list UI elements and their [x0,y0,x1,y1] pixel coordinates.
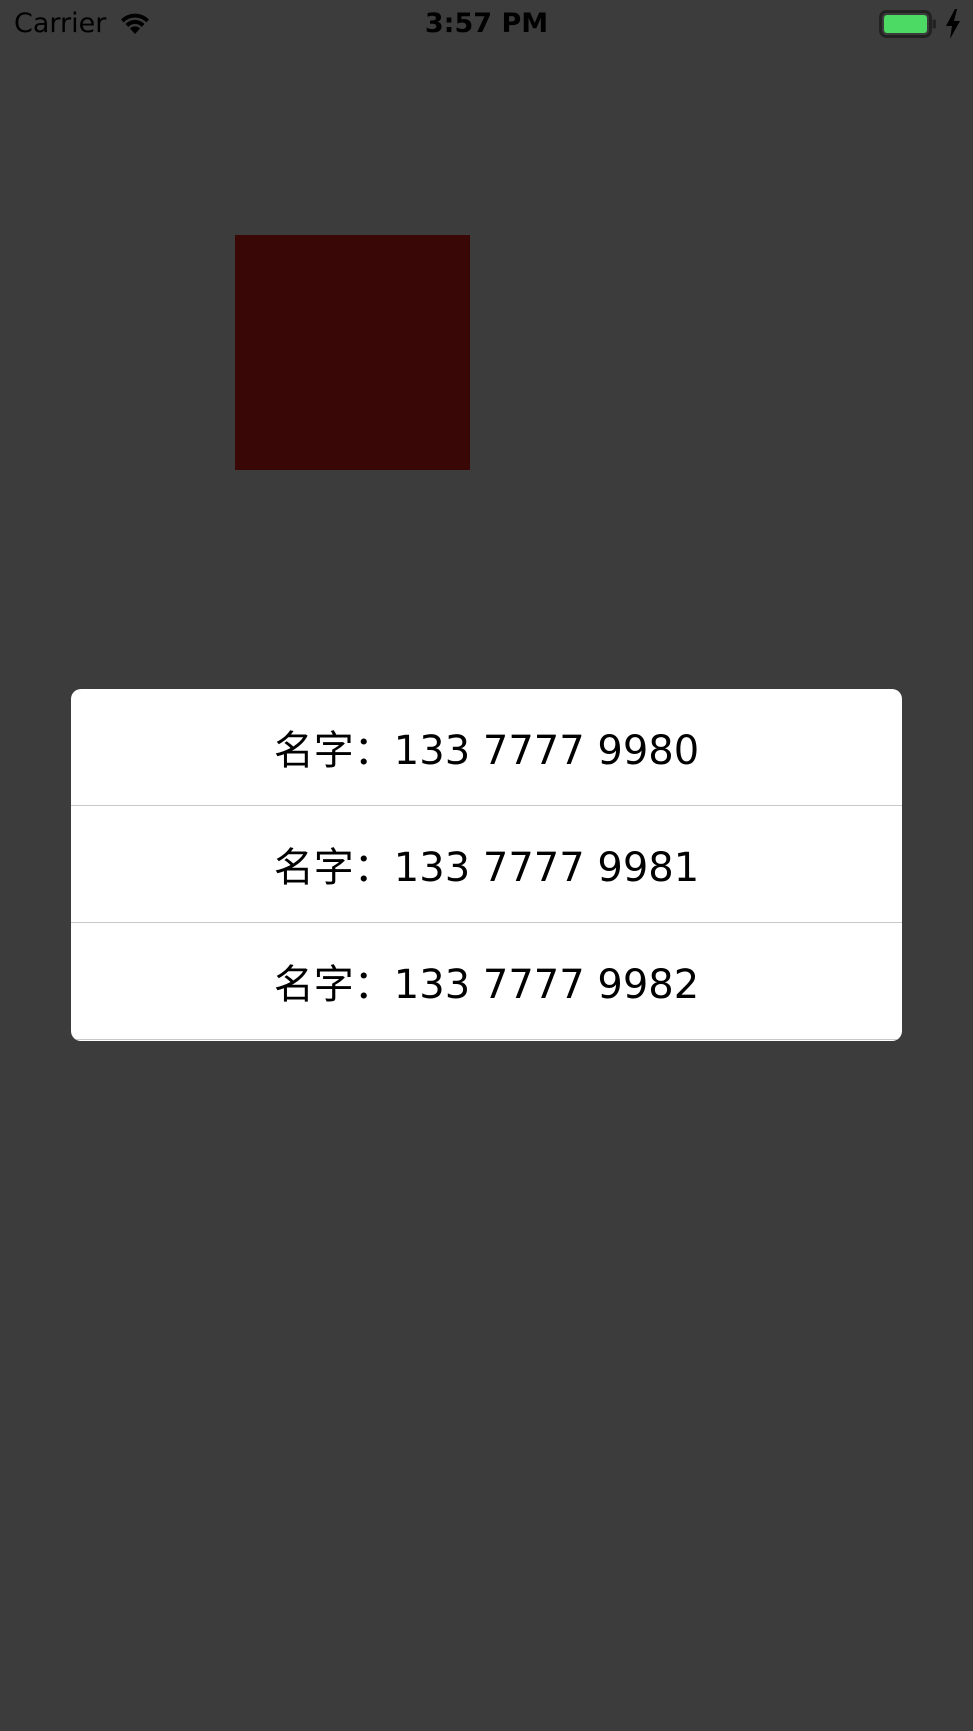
charging-bolt-icon [946,9,960,39]
phone-list-popup: 名字：133 7777 9980 名字：133 7777 9981 名字：133… [71,689,902,1041]
status-bar: Carrier 3:57 PM [0,0,973,50]
list-item[interactable]: 名字：133 7777 9980 [71,689,902,806]
red-square-view [235,235,470,470]
list-item[interactable]: 名字：133 7777 9982 [71,923,902,1040]
list-item[interactable]: 名字：133 7777 9981 [71,806,902,923]
battery-icon [879,10,936,38]
clock-time: 3:57 PM [424,8,549,39]
